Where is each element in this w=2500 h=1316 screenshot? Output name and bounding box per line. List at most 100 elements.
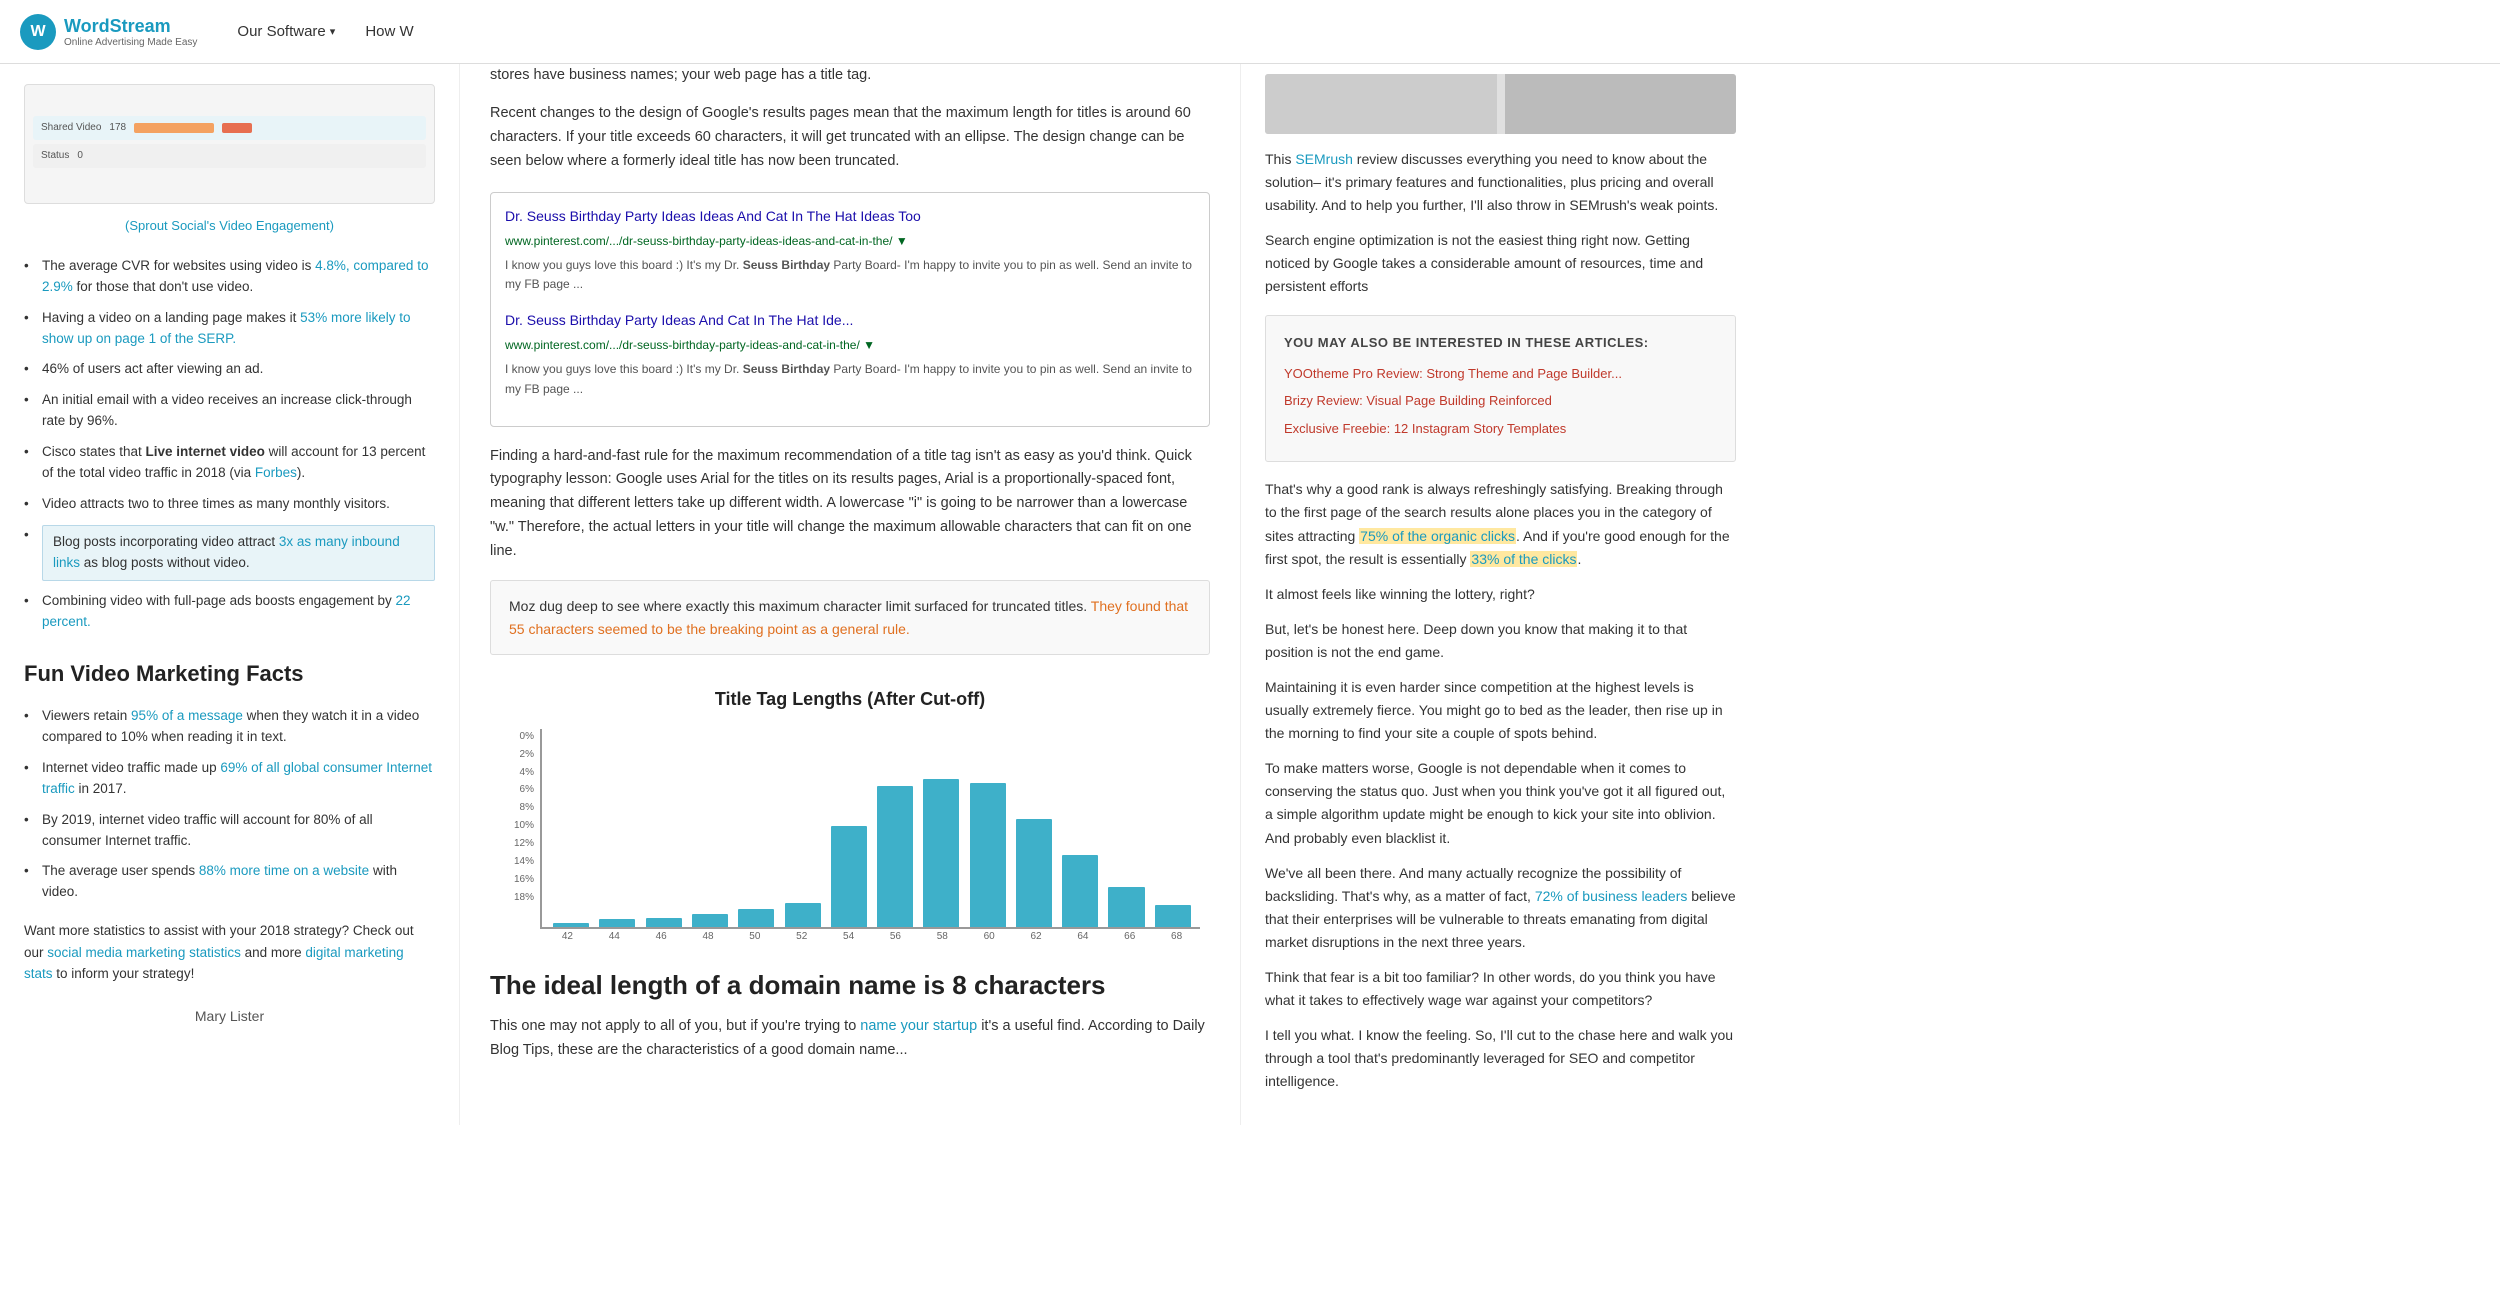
cta-paragraph: Want more statistics to assist with your… [24,920,435,985]
bar-col [918,779,964,927]
middle-column: stores have business names; your web pag… [460,64,1240,1125]
right-body-4: Maintaining it is even harder since comp… [1265,676,1736,745]
search-title-1[interactable]: Dr. Seuss Birthday Party Ideas Ideas And… [505,208,921,224]
bar [1108,887,1144,927]
search-result-2: Dr. Seuss Birthday Party Ideas And Cat I… [505,309,1195,399]
mock-row-1: Shared Video 178 [33,116,426,140]
bar [738,909,774,927]
right-image [1265,74,1736,134]
x-label: 62 [1013,929,1060,946]
search-url-1: www.pinterest.com/.../dr-seuss-birthday-… [505,234,908,248]
x-label: 44 [591,929,638,946]
list-item: Video attracts two to three times as man… [24,489,435,520]
social-media-stats-link[interactable]: social media marketing statistics [47,945,241,960]
bar-chart [540,729,1200,929]
list-item: Cisco states that Live internet video wi… [24,437,435,489]
bar [923,779,959,927]
name-startup-link[interactable]: name your startup [860,1018,977,1034]
x-label: 46 [638,929,685,946]
mid-para-1: stores have business names; your web pag… [490,64,1210,88]
sprout-link-area: (Sprout Social's Video Engagement) [24,216,435,237]
search-desc-1: I know you guys love this board :) It's … [505,256,1195,296]
bar-col [548,923,594,927]
page-container: Shared Video 178 Status 0 (Sprout Social… [0,64,2500,1125]
bar [599,919,635,926]
list-item: By 2019, internet video traffic will acc… [24,805,435,857]
logo-area[interactable]: W WordStream Online Advertising Made Eas… [20,14,197,50]
callout-text: Moz dug deep to see where exactly this m… [509,595,1191,640]
article-link-3[interactable]: Exclusive Freebie: 12 Instagram Story Te… [1284,418,1717,439]
bold-text: Live internet video [146,444,265,459]
semrush-link[interactable]: SEMrush [1295,151,1353,167]
video-stats-list: The average CVR for websites using video… [24,251,435,638]
bar-col [733,909,779,927]
right-body-6: We've all been there. And many actually … [1265,862,1736,954]
logo-subtitle: Online Advertising Made Easy [64,37,197,48]
bar-col [872,786,918,926]
search-bold-2: Seuss Birthday [743,362,830,376]
clicks-link[interactable]: 33% of the clicks [1470,551,1577,567]
bar-col [594,919,640,926]
x-label: 42 [544,929,591,946]
search-title-2[interactable]: Dr. Seuss Birthday Party Ideas And Cat I… [505,312,853,328]
bar-col [1103,887,1149,927]
cvr-link[interactable]: 4.8%, compared to 2.9% [42,258,428,294]
bar [646,918,682,927]
fun-facts-heading: Fun Video Marketing Facts [24,656,435,691]
bar-col [687,914,733,927]
mock-row-2: Status 0 [33,144,426,168]
search-result-1: Dr. Seuss Birthday Party Ideas Ideas And… [505,205,1195,295]
landing-page-link[interactable]: 53% more likely to show up on page 1 of … [42,310,410,346]
x-label: 56 [872,929,919,946]
bar [553,923,589,927]
list-item: Viewers retain 95% of a message when the… [24,701,435,753]
bar [692,914,728,927]
mid-para-2: Recent changes to the design of Google's… [490,102,1210,174]
x-label: 54 [825,929,872,946]
article-link-1[interactable]: YOOtheme Pro Review: Strong Theme and Pa… [1284,363,1717,384]
left-column: Shared Video 178 Status 0 (Sprout Social… [0,64,460,1125]
list-item: Internet video traffic made up 69% of al… [24,753,435,805]
nav-how-w[interactable]: How W [365,3,413,60]
right-body-8: I tell you what. I know the feeling. So,… [1265,1024,1736,1093]
bar [1016,819,1052,927]
bar-col [1011,819,1057,927]
bar [877,786,913,926]
article-interest-box: YOU MAY ALSO BE INTERESTED IN THESE ARTI… [1265,315,1736,463]
domain-para: This one may not apply to all of you, bu… [490,1015,1210,1063]
inbound-links-link[interactable]: 3x as many inbound links [53,534,400,570]
img-block-1 [1265,74,1497,134]
bar-col [826,826,872,927]
fun-facts-list: Viewers retain 95% of a message when the… [24,701,435,908]
bar-col [641,918,687,927]
bar-col [779,903,825,926]
time-on-website-link[interactable]: 88% more time on a website [199,863,369,878]
x-label: 50 [731,929,778,946]
site-header: W WordStream Online Advertising Made Eas… [0,0,2500,64]
engagement-link[interactable]: 22 percent. [42,593,411,629]
bar-col [1057,855,1103,927]
organic-clicks-link[interactable]: 75% of the organic clicks [1359,528,1516,544]
x-axis-labels: 4244464850525456586062646668 [500,929,1200,946]
bar [1155,905,1191,927]
list-item: An initial email with a video receives a… [24,385,435,437]
nav-our-software[interactable]: Our Software ▾ [237,3,335,60]
article-link-2[interactable]: Brizy Review: Visual Page Building Reinf… [1284,390,1717,411]
sprout-social-link[interactable]: (Sprout Social's Video Engagement) [125,218,334,233]
x-label: 48 [685,929,732,946]
domain-heading: The ideal length of a domain name is 8 c… [490,969,1210,1003]
search-result-mockup: Dr. Seuss Birthday Party Ideas Ideas And… [490,192,1210,427]
business-leaders-link[interactable]: 72% of business leaders [1535,888,1688,904]
forbes-link[interactable]: Forbes [255,465,297,480]
message-retention-link[interactable]: 95% of a message [131,708,243,723]
bar [785,903,821,926]
search-bold-1: Seuss Birthday [743,258,830,272]
bar-chart-container: Title Tag Lengths (After Cut-off) 18% 16… [490,675,1210,945]
global-traffic-link[interactable]: 69% of all global consumer Internet traf… [42,760,432,796]
bar [1062,855,1098,927]
right-body-1: That's why a good rank is always refresh… [1265,478,1736,570]
chart-title: Title Tag Lengths (After Cut-off) [500,685,1200,715]
highlight-box: Blog posts incorporating video attract 3… [42,525,435,581]
x-label: 58 [919,929,966,946]
bar [970,783,1006,927]
